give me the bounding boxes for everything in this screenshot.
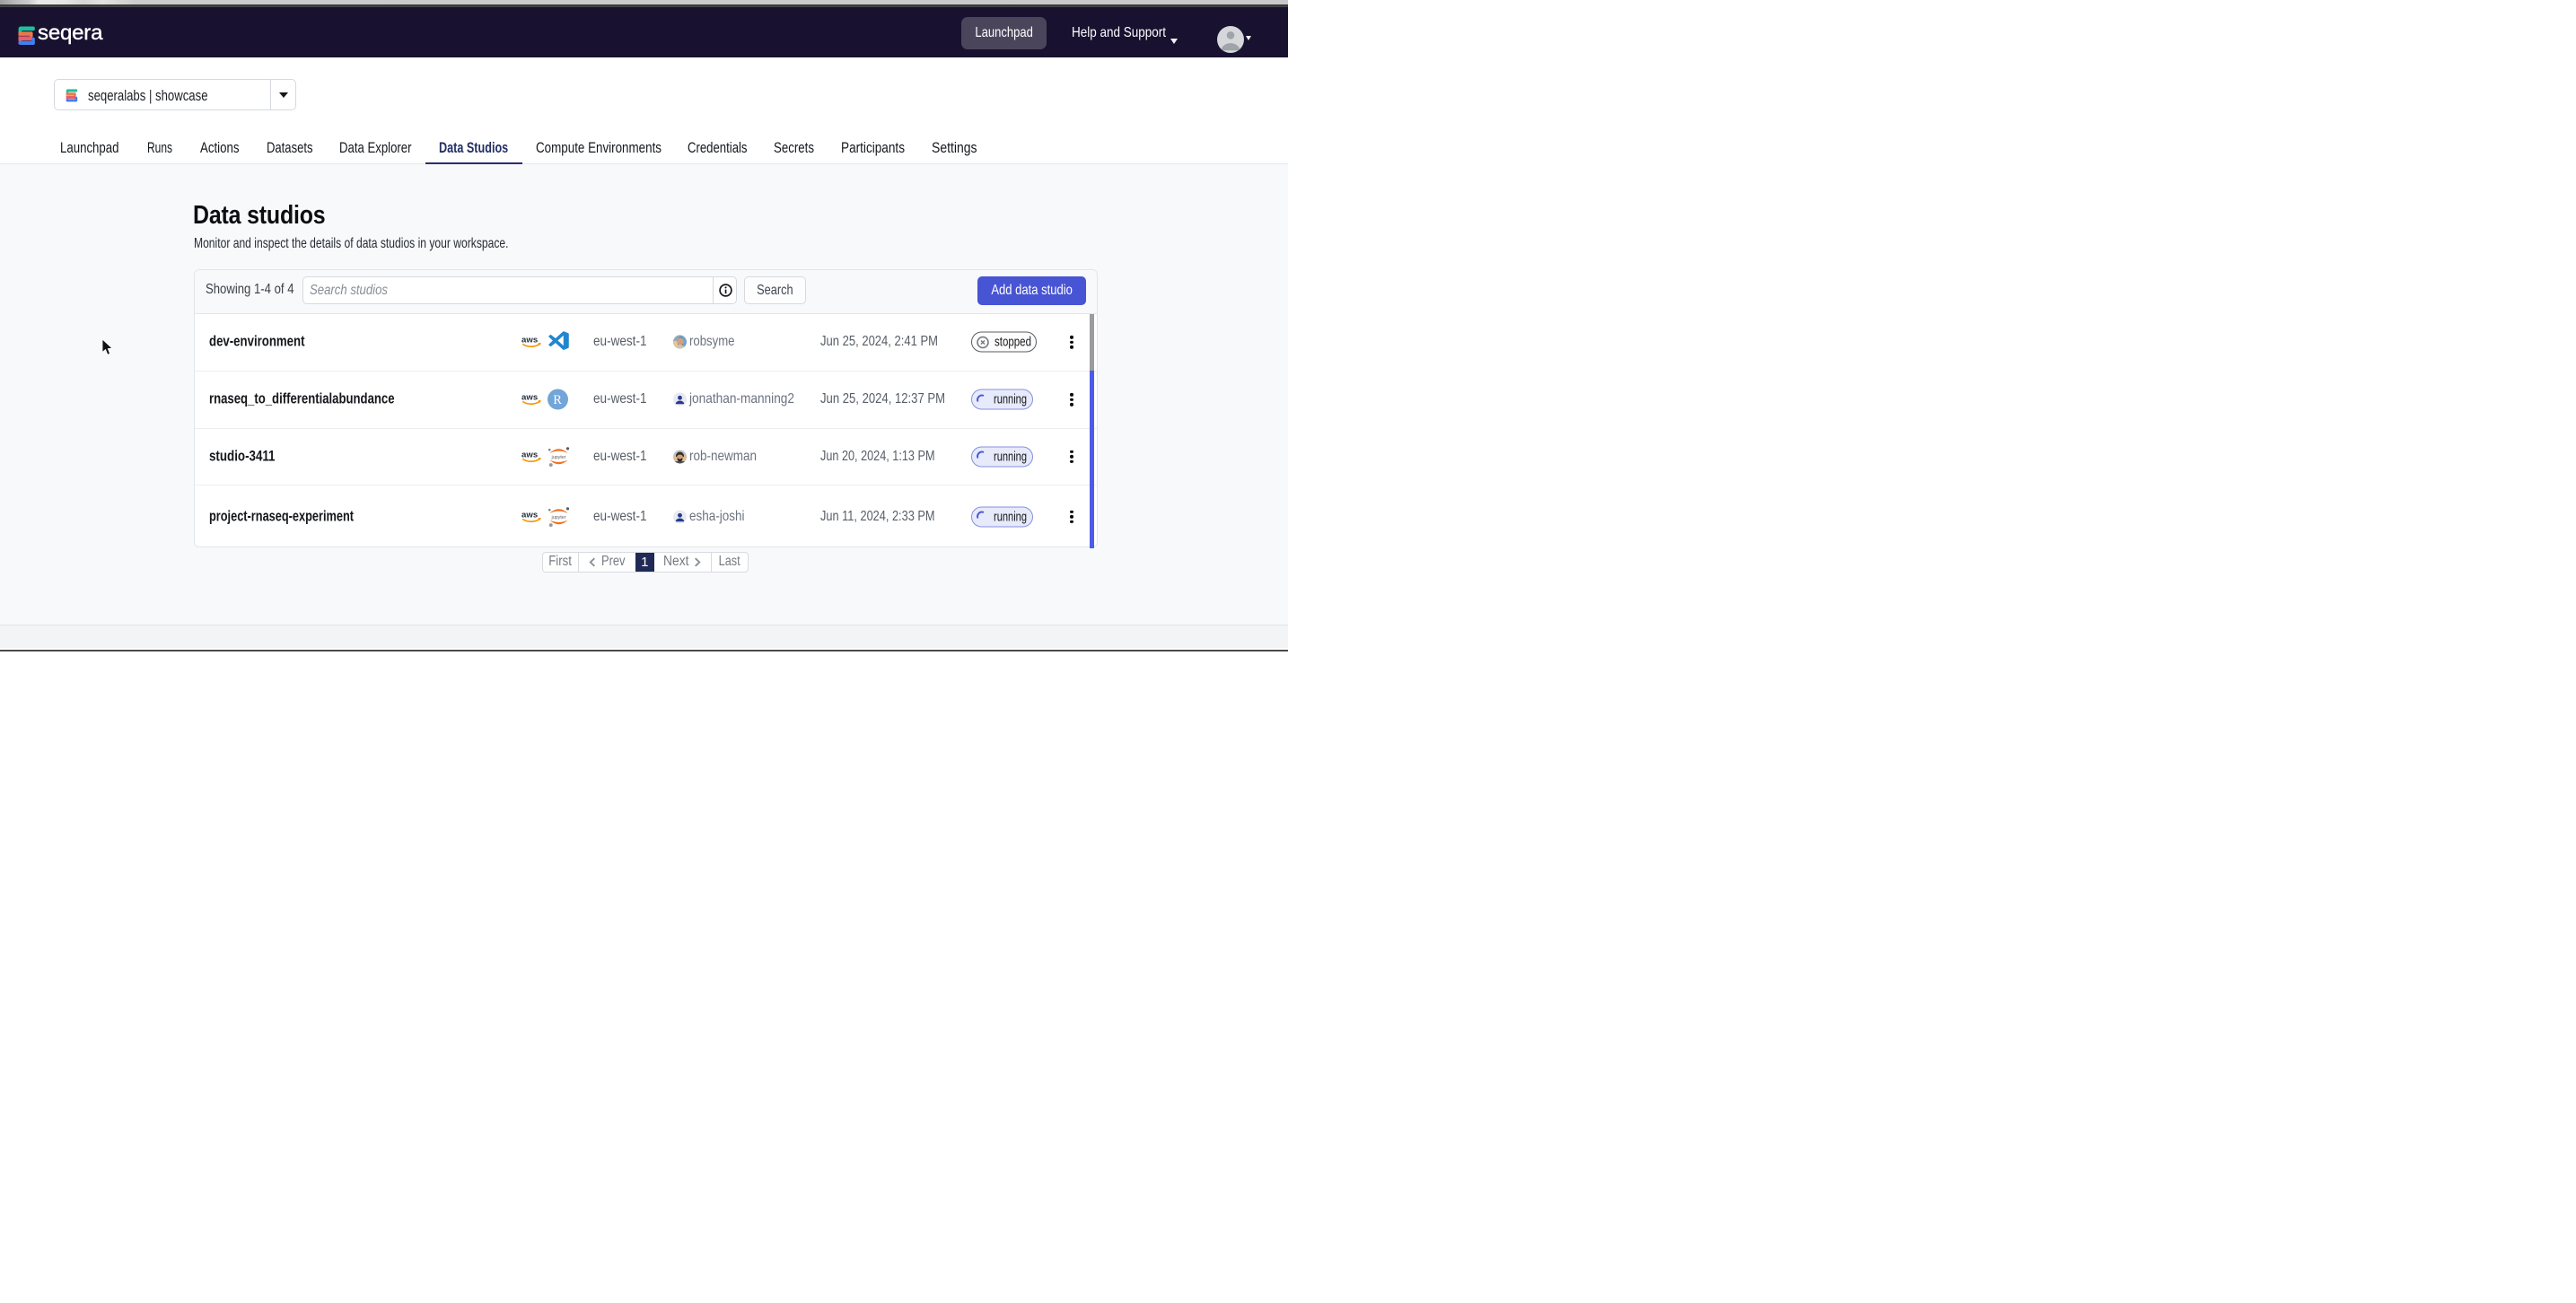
- svg-text:aws: aws: [521, 393, 538, 403]
- svg-text:aws: aws: [521, 511, 538, 520]
- svg-text:jupyter: jupyter: [551, 455, 566, 460]
- svg-text:R: R: [553, 393, 562, 407]
- svg-text:aws: aws: [521, 336, 538, 345]
- svg-text:aws: aws: [521, 450, 538, 460]
- svg-text:jupyter: jupyter: [551, 515, 566, 520]
